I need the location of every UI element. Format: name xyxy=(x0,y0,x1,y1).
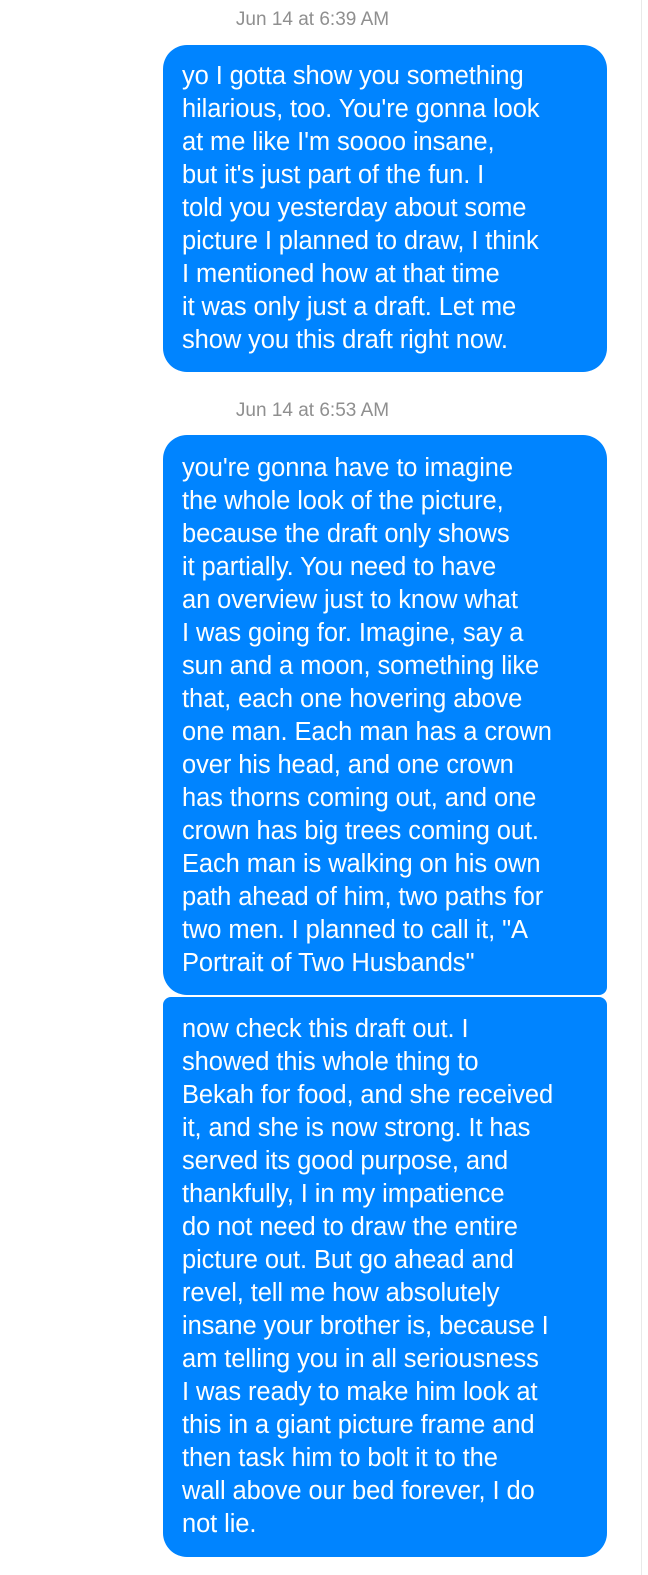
timestamp-1: Jun 14 at 6:39 AM xyxy=(235,9,390,30)
sent-message-bubble[interactable]: you're gonna have to imagine the whole l… xyxy=(163,435,607,995)
message-text: you're gonna have to imagine the whole l… xyxy=(182,454,552,977)
message-text: yo I gotta show you something hilarious,… xyxy=(182,62,540,354)
message-thread: Jun 14 at 6:39 AM yo I gotta show you so… xyxy=(0,0,648,1575)
message-text: now check this draft out. I showed this … xyxy=(182,1015,554,1538)
scroll-edge-divider xyxy=(641,0,642,1575)
sent-message-bubble[interactable]: yo I gotta show you something hilarious,… xyxy=(163,45,607,372)
sent-message-bubble[interactable]: now check this draft out. I showed this … xyxy=(163,997,607,1557)
timestamp-2: Jun 14 at 6:53 AM xyxy=(235,400,390,421)
